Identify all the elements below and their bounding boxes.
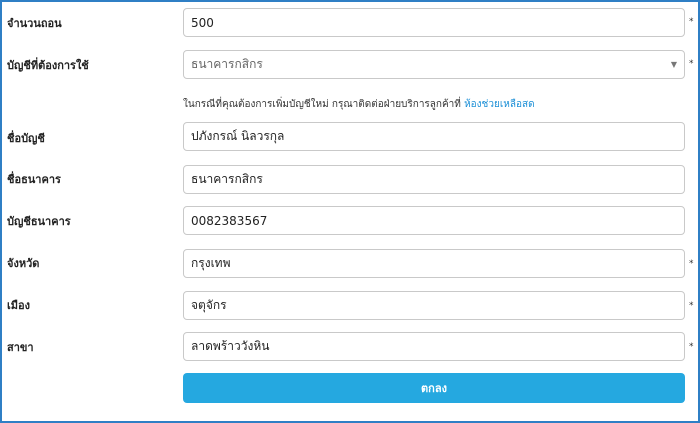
- submit-button[interactable]: ตกลง: [183, 373, 685, 403]
- account-name-input[interactable]: [183, 122, 685, 151]
- required-marker: *: [689, 301, 694, 311]
- account-select[interactable]: ธนาคารกสิกร ▼: [183, 50, 685, 79]
- help-text-body: ในกรณีที่คุณต้องการเพิ่มบัญชีใหม่ กรุณาต…: [183, 99, 465, 110]
- required-marker: *: [689, 17, 694, 27]
- district-input[interactable]: [183, 291, 685, 320]
- province-input[interactable]: [183, 249, 685, 278]
- chevron-down-icon: ▼: [670, 60, 677, 69]
- account-number-label: บัญชีธนาคาร: [7, 215, 71, 228]
- branch-input[interactable]: [183, 332, 685, 361]
- required-marker: *: [689, 59, 694, 69]
- account-number-input[interactable]: [183, 206, 685, 235]
- account-name-label: ชื่อบัญชี: [7, 132, 45, 145]
- district-label: เมือง: [7, 299, 30, 312]
- bank-name-label: ชื่อธนาคาร: [7, 173, 61, 186]
- branch-label: สาขา: [7, 341, 34, 354]
- withdraw-form: จำนวนถอน * บัญชีที่ต้องการใช้ ธนาคารกสิก…: [0, 0, 700, 423]
- withdraw-amount-label: จำนวนถอน: [7, 17, 62, 30]
- withdraw-amount-input[interactable]: [183, 8, 685, 37]
- help-text: ในกรณีที่คุณต้องการเพิ่มบัญชีใหม่ กรุณาต…: [183, 97, 535, 112]
- account-select-value: ธนาคารกสิกร: [191, 57, 263, 71]
- required-marker: *: [689, 342, 694, 352]
- live-support-link[interactable]: ห้องช่วยเหลือสด: [464, 99, 534, 110]
- province-label: จังหวัด: [7, 257, 40, 270]
- bank-name-input[interactable]: [183, 165, 685, 194]
- required-marker: *: [689, 259, 694, 269]
- account-select-label: บัญชีที่ต้องการใช้: [7, 59, 89, 72]
